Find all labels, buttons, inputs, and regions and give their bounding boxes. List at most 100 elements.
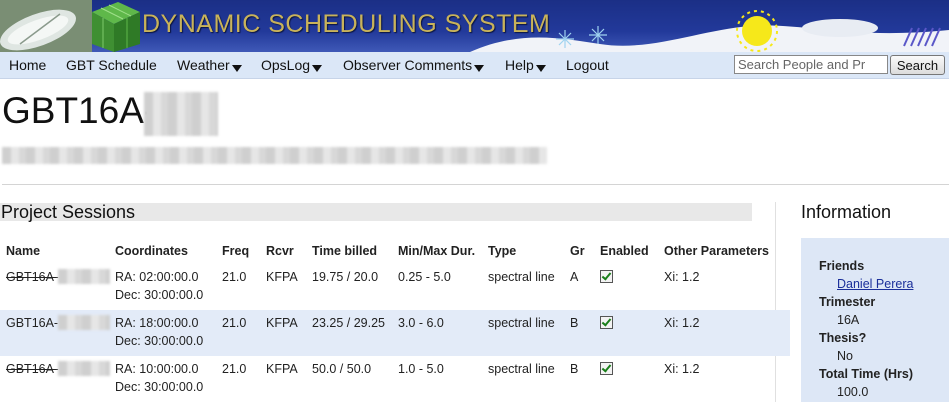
grade-value: B (570, 362, 579, 376)
enabled-cell (600, 310, 664, 356)
session-name[interactable]: GBT16A- (6, 362, 58, 376)
rcvr-value: KFPA (266, 316, 298, 330)
nav-observer-comments-label: Observer Comments (343, 57, 473, 73)
nav-logout-label: Logout (566, 57, 609, 73)
search-input[interactable] (734, 55, 888, 74)
table-row[interactable]: GBT16A- RA: 18:00:00.0 Dec: 30:00:00.0 21… (0, 310, 790, 356)
session-name-cell[interactable]: GBT16A- (0, 356, 115, 402)
column-header-other-parameters[interactable]: Other Parameters (664, 238, 790, 264)
chevron-down-icon (231, 65, 242, 72)
grade-value: B (570, 316, 579, 330)
ra-value: RA: 10:00:00.0 (115, 362, 199, 376)
trimester-label: Trimester (819, 295, 876, 309)
other-parameters-value: Xi: 1.2 (664, 316, 700, 330)
type-value: spectral line (488, 316, 555, 330)
banner-title: DYNAMIC SCHEDULING SYSTEM (142, 10, 551, 38)
nav-opslog[interactable]: OpsLog (261, 57, 323, 73)
sessions-table: Name Coordinates Freq Rcvr Time billed M… (0, 238, 790, 402)
column-header-name[interactable]: Name (0, 238, 115, 264)
other-parameters-value: Xi: 1.2 (664, 362, 700, 376)
nav-home[interactable]: Home (9, 57, 46, 73)
freq-value: 21.0 (222, 316, 247, 330)
time-billed-value: 19.75 / 20.0 (312, 270, 379, 284)
type-value: spectral line (488, 270, 555, 284)
column-header-grade[interactable]: Gr (570, 238, 600, 264)
enabled-cell (600, 356, 664, 402)
ra-value: RA: 18:00:00.0 (115, 316, 199, 330)
nav-gbt-schedule-label: GBT Schedule (66, 57, 157, 73)
redacted-project-id (144, 92, 218, 136)
enabled-checkbox[interactable] (600, 362, 613, 375)
time-billed-value: 23.25 / 29.25 (312, 316, 385, 330)
enabled-cell (600, 264, 664, 310)
session-name[interactable]: GBT16A- (6, 316, 58, 330)
column-header-duration[interactable]: Min/Max Dur. (398, 238, 488, 264)
enabled-checkbox[interactable] (600, 270, 613, 283)
nav-opslog-label: OpsLog (261, 57, 311, 73)
thesis-label: Thesis? (819, 331, 867, 345)
header-banner: DYNAMIC SCHEDULING SYSTEM (0, 0, 949, 52)
trimester-value: 16A (837, 313, 860, 327)
duration-value: 1.0 - 5.0 (398, 362, 444, 376)
column-header-type[interactable]: Type (488, 238, 570, 264)
dec-value: Dec: 30:00:00.0 (115, 380, 204, 394)
total-time-label: Total Time (Hrs) (819, 367, 913, 381)
ra-value: RA: 02:00:00.0 (115, 270, 199, 284)
table-row[interactable]: GBT16A- RA: 10:00:00.0 Dec: 30:00:00.0 21… (0, 356, 790, 402)
column-header-rcvr[interactable]: Rcvr (266, 238, 312, 264)
dec-value: Dec: 30:00:00.0 (115, 334, 204, 348)
column-header-freq[interactable]: Freq (222, 238, 266, 264)
redacted-session-id (58, 361, 111, 376)
nav-home-label: Home (9, 57, 47, 73)
nav-weather[interactable]: Weather (177, 57, 242, 73)
type-value: spectral line (488, 362, 555, 376)
information-panel: Friends Daniel Perera Trimester 16A Thes… (801, 238, 949, 402)
freq-value: 21.0 (222, 270, 247, 284)
nav-help-label: Help (505, 57, 534, 73)
chevron-down-icon (474, 65, 485, 72)
session-name-cell[interactable]: GBT16A- (0, 310, 115, 356)
session-name[interactable]: GBT16A- (6, 270, 58, 284)
thesis-value: No (837, 349, 853, 363)
grade-value: A (570, 270, 579, 284)
friend-link-wrap: Daniel Perera (837, 277, 913, 291)
table-row[interactable]: GBT16A- RA: 02:00:00.0 Dec: 30:00:00.0 21… (0, 264, 790, 310)
enabled-checkbox[interactable] (600, 316, 613, 329)
nav-gbt-schedule[interactable]: GBT Schedule (66, 57, 157, 73)
column-header-enabled[interactable]: Enabled (600, 238, 664, 264)
redacted-session-id (58, 269, 111, 284)
coordinates-cell: RA: 10:00:00.0 Dec: 30:00:00.0 (115, 356, 222, 402)
dec-value: Dec: 30:00:00.0 (115, 288, 204, 302)
divider (2, 184, 949, 185)
coordinates-cell: RA: 18:00:00.0 Dec: 30:00:00.0 (115, 310, 222, 356)
nav-logout[interactable]: Logout (566, 57, 609, 73)
chevron-down-icon (535, 65, 546, 72)
information-heading: Information (801, 202, 892, 222)
cloud-icon (802, 19, 878, 37)
rcvr-value: KFPA (266, 362, 298, 376)
column-header-coordinates[interactable]: Coordinates (115, 238, 222, 264)
nav-weather-label: Weather (177, 57, 230, 73)
nav-observer-comments[interactable]: Observer Comments (343, 57, 485, 73)
page-title: GBT16A- (2, 90, 157, 131)
duration-value: 0.25 - 5.0 (398, 270, 451, 284)
freq-value: 21.0 (222, 362, 247, 376)
time-billed-value: 50.0 / 50.0 (312, 362, 372, 376)
session-name-cell[interactable]: GBT16A- (0, 264, 115, 310)
column-header-time-billed[interactable]: Time billed (312, 238, 398, 264)
duration-value: 3.0 - 6.0 (398, 316, 444, 330)
green-cube-icon (92, 2, 140, 52)
rcvr-value: KFPA (266, 270, 298, 284)
redacted-project-name (2, 147, 547, 164)
redacted-session-id (58, 315, 111, 330)
nav-help[interactable]: Help (505, 57, 546, 73)
friend-link[interactable]: Daniel Perera (837, 277, 913, 291)
friends-label: Friends (819, 259, 865, 273)
chevron-down-icon (312, 65, 323, 72)
other-parameters-value: Xi: 1.2 (664, 270, 700, 284)
project-sessions-heading: Project Sessions (0, 203, 752, 221)
table-header-row: Name Coordinates Freq Rcvr Time billed M… (0, 238, 790, 264)
total-time-value: 100.0 (837, 385, 869, 399)
search-button[interactable]: Search (890, 55, 945, 75)
coordinates-cell: RA: 02:00:00.0 Dec: 30:00:00.0 (115, 264, 222, 310)
